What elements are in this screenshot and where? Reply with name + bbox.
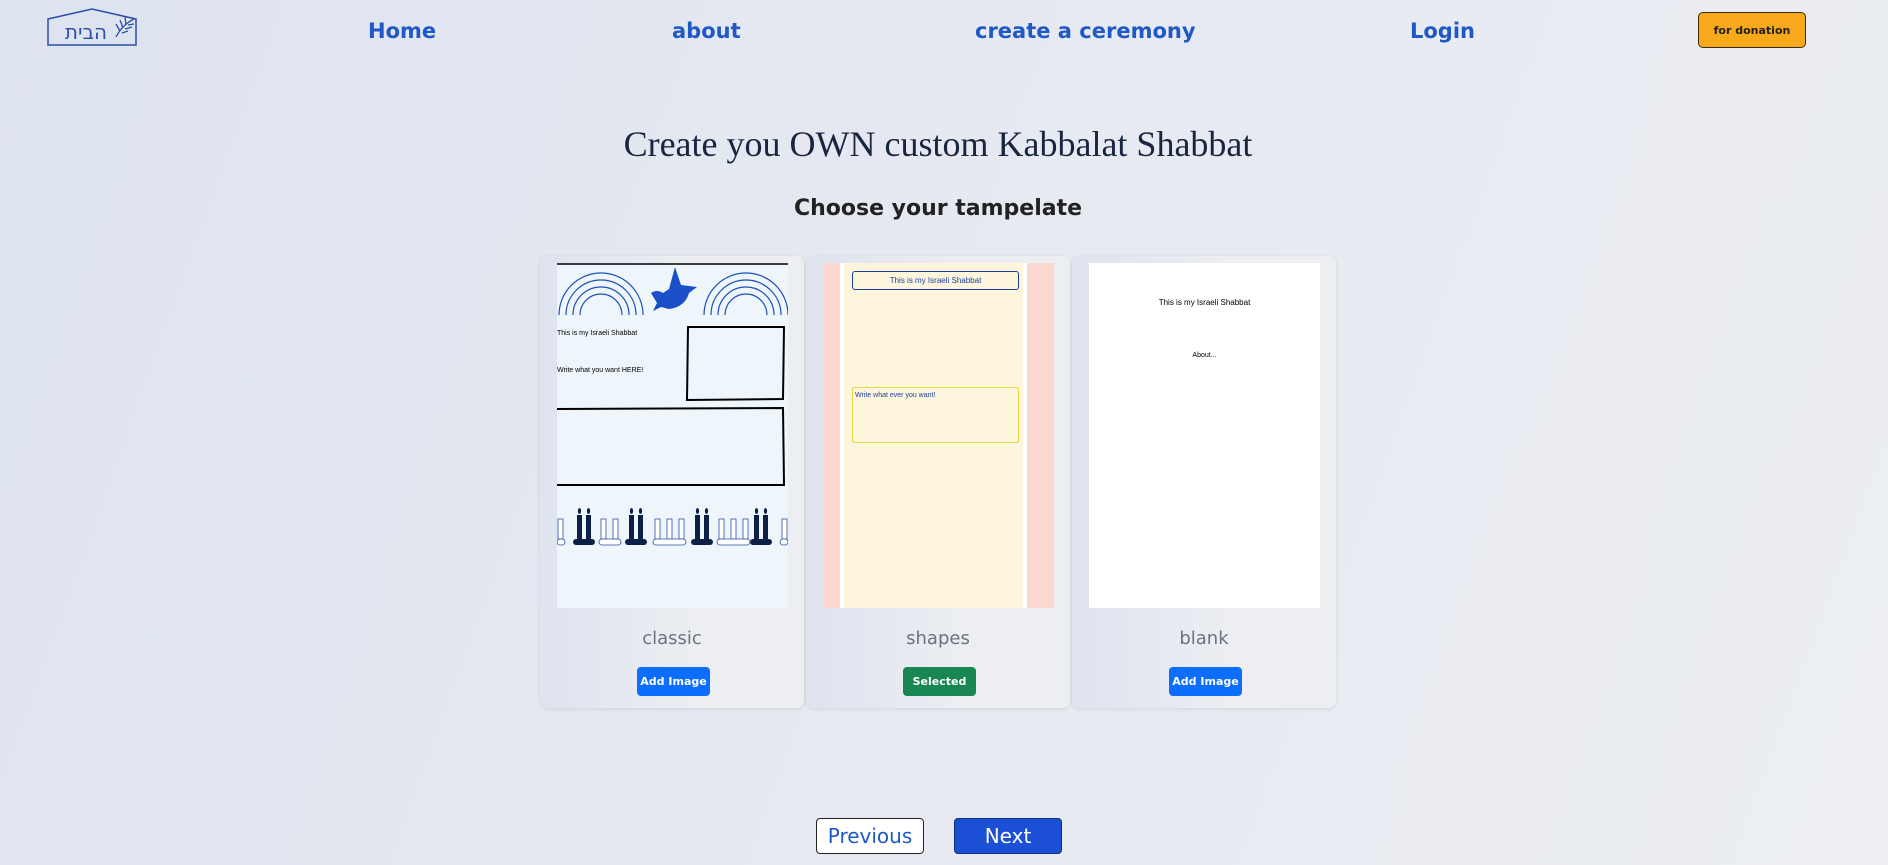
- page-divider: [840, 263, 844, 608]
- add-image-button[interactable]: Add Image: [637, 667, 710, 696]
- classic-preview-title: This is my Israeli Shabbat: [557, 330, 637, 337]
- nav-home-link[interactable]: Home: [368, 15, 436, 47]
- page-title: Create you OWN custom Kabbalat Shabbat: [623, 124, 1253, 164]
- classic-image-box: [685, 326, 786, 402]
- selected-button[interactable]: Selected: [903, 667, 976, 696]
- page-subtitle: Choose your tampelate: [793, 196, 1083, 221]
- template-name: blank: [1179, 628, 1229, 649]
- blank-preview-title: This is my Israeli Shabbat: [1158, 298, 1251, 307]
- template-name: classic: [642, 628, 702, 649]
- page-divider: [1023, 263, 1027, 608]
- nav-create-ceremony-link[interactable]: create a ceremony: [975, 15, 1196, 47]
- add-image-button[interactable]: Add Image: [1169, 667, 1242, 696]
- blank-preview-about: About...: [1192, 352, 1217, 359]
- classic-text-box: [557, 406, 786, 486]
- palm-frond-icon: [115, 16, 135, 38]
- logo-text: הבית: [65, 20, 107, 44]
- candles-row-icon: [557, 508, 788, 546]
- template-card-shapes[interactable]: This is my Israeli Shabbat Write what ev…: [806, 256, 1070, 708]
- shapes-preview-title: This is my Israeli Shabbat: [852, 271, 1019, 290]
- dove-icon: [651, 267, 697, 311]
- template-preview-blank[interactable]: This is my Israeli Shabbat About...: [1089, 263, 1320, 608]
- nav-about-link[interactable]: about: [672, 15, 741, 47]
- previous-button[interactable]: Previous: [816, 818, 924, 854]
- donation-button[interactable]: for donation: [1698, 12, 1806, 48]
- template-preview-shapes[interactable]: This is my Israeli Shabbat Write what ev…: [823, 263, 1054, 608]
- template-preview-classic[interactable]: This is my Israeli Shabbat Write what yo…: [557, 263, 788, 608]
- shapes-preview-prompt: Write what ever you want!: [852, 387, 1019, 443]
- rainbow-left-icon: [558, 272, 644, 316]
- next-button[interactable]: Next: [954, 818, 1062, 854]
- classic-preview-prompt: Write what you want HERE!: [557, 367, 643, 374]
- house-logo-icon: הבית: [47, 8, 137, 46]
- template-card-classic[interactable]: This is my Israeli Shabbat Write what yo…: [540, 256, 804, 708]
- template-name: shapes: [906, 628, 970, 649]
- site-logo[interactable]: הבית: [46, 7, 138, 47]
- rainbow-right-icon: [703, 272, 788, 316]
- classic-preview-art: This is my Israeli Shabbat Write what yo…: [557, 263, 788, 546]
- template-card-blank[interactable]: This is my Israeli Shabbat About... blan…: [1072, 256, 1336, 708]
- nav-login-link[interactable]: Login: [1410, 15, 1475, 47]
